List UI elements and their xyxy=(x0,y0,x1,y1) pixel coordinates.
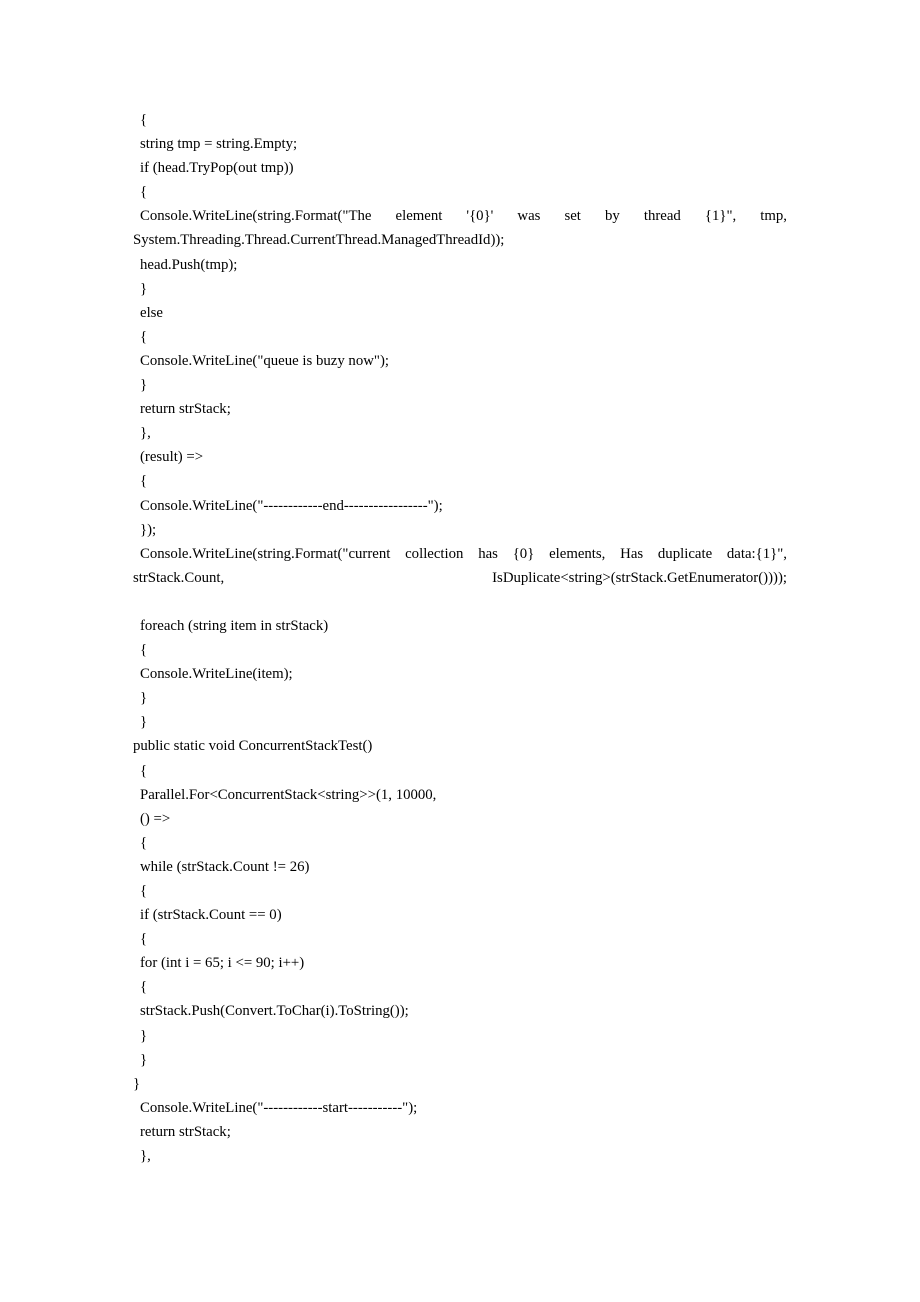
code-line: { xyxy=(140,979,148,996)
code-line: { xyxy=(140,473,148,490)
code-line: } xyxy=(140,714,148,731)
code-line: while (strStack.Count != 26) xyxy=(140,858,310,875)
code-line: () => xyxy=(140,810,171,827)
code-line: { xyxy=(140,184,148,201)
code-line: (result) => xyxy=(140,449,204,466)
code-line: { xyxy=(140,112,148,128)
code-line: Console.WriteLine(item); xyxy=(140,666,293,683)
code-line: head.Push(tmp); xyxy=(140,256,238,273)
code-line: else xyxy=(140,304,164,321)
code-line: Parallel.For<ConcurrentStack<string>>(1,… xyxy=(140,786,437,803)
code-line: } xyxy=(140,280,148,297)
code-line: } xyxy=(133,1075,141,1092)
code-line: Console.WriteLine(string.Format("The ele… xyxy=(133,208,787,249)
code-line: public static void ConcurrentStackTest() xyxy=(133,738,373,755)
code-line: } xyxy=(140,377,148,394)
code-line: } xyxy=(140,1027,148,1044)
code-line: { xyxy=(140,883,148,899)
code-line: { xyxy=(140,931,148,948)
code-line: }); xyxy=(140,521,157,538)
code-line: Console.WriteLine("------------end------… xyxy=(140,497,443,514)
code-line: return strStack; xyxy=(140,1123,231,1140)
code-line: foreach (string item in strStack) xyxy=(140,617,329,634)
code-line: if (strStack.Count == 0) xyxy=(140,907,282,924)
code-line: Console.WriteLine(string.Format("current… xyxy=(133,545,787,586)
code-line: { xyxy=(140,642,148,659)
code-line: } xyxy=(140,1051,148,1068)
code-line: { xyxy=(140,834,148,851)
code-line: Console.WriteLine("------------start----… xyxy=(140,1099,418,1116)
code-line: strStack.Push(Convert.ToChar(i).ToString… xyxy=(140,1003,409,1020)
code-line: return strStack; xyxy=(140,401,231,418)
code-line: for (int i = 65; i <= 90; i++) xyxy=(140,955,305,972)
code-line: }, xyxy=(140,425,151,442)
document-page: { string tmp = string.Empty; if (head.TryP… xyxy=(0,0,920,1302)
code-listing: { string tmp = string.Empty; if (head.TryP… xyxy=(133,108,787,1168)
code-line: Console.WriteLine("queue is buzy now"); xyxy=(140,352,389,369)
code-line: { xyxy=(140,328,148,345)
code-line: string tmp = string.Empty; xyxy=(140,136,298,153)
code-line: if (head.TryPop(out tmp)) xyxy=(140,160,294,177)
code-line: { xyxy=(140,762,148,779)
code-line: }, xyxy=(140,1148,151,1165)
code-line: } xyxy=(140,690,148,707)
